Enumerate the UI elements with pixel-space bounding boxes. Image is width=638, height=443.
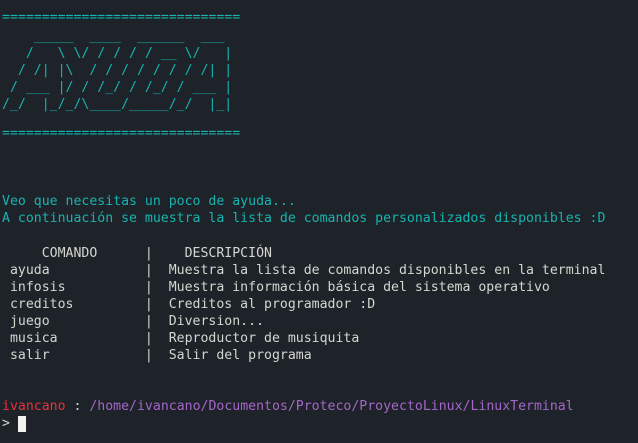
banner-art-line-2: / \ \/ / / / / __ \/ | <box>2 46 233 61</box>
banner-separator-bottom: ============================== <box>2 126 241 141</box>
command-row-infosis: infosis | Muestra información básica del… <box>2 280 550 295</box>
help-intro-message: Veo que necesitas un poco de ayuda... <box>2 194 296 209</box>
banner-art-line-4: / ___ |/ / /_/ / /_/ / ___ | <box>2 80 233 95</box>
prompt-user: ivancano <box>2 399 66 414</box>
command-row-musica: musica | Reproductor de musiquita <box>2 331 360 346</box>
banner-separator-top: ============================== <box>2 10 241 25</box>
banner-art-line-5: /_/ |_/_/\____/_____/_/ |_| <box>2 97 233 112</box>
banner-art-line-1: _____ ____ ______ ___ <box>2 29 225 44</box>
input-prompt-symbol: > <box>2 416 10 431</box>
prompt-line: ivancano : /home/ivancano/Documentos/Pro… <box>2 398 574 415</box>
command-row-juego: juego | Diversion... <box>2 314 265 329</box>
list-intro-message: A continuación se muestra la lista de co… <box>2 211 606 226</box>
text-cursor[interactable] <box>18 416 26 432</box>
prompt-separator: : <box>65 399 90 414</box>
command-row-creditos: creditos | Creditos al programador :D <box>2 297 376 312</box>
command-table-header: COMANDO | DESCRIPCIÓN <box>2 246 272 261</box>
prompt-path: /home/ivancano/Documentos/Proteco/Proyec… <box>89 399 574 414</box>
terminal-window[interactable]: ============================== _____ ___… <box>0 0 638 443</box>
command-row-salir: salir | Salir del programa <box>2 348 312 363</box>
command-row-ayuda: ayuda | Muestra la lista de comandos dis… <box>2 263 606 278</box>
banner-art-line-3: / /| |\ / / / / / / / /| | <box>2 63 233 78</box>
